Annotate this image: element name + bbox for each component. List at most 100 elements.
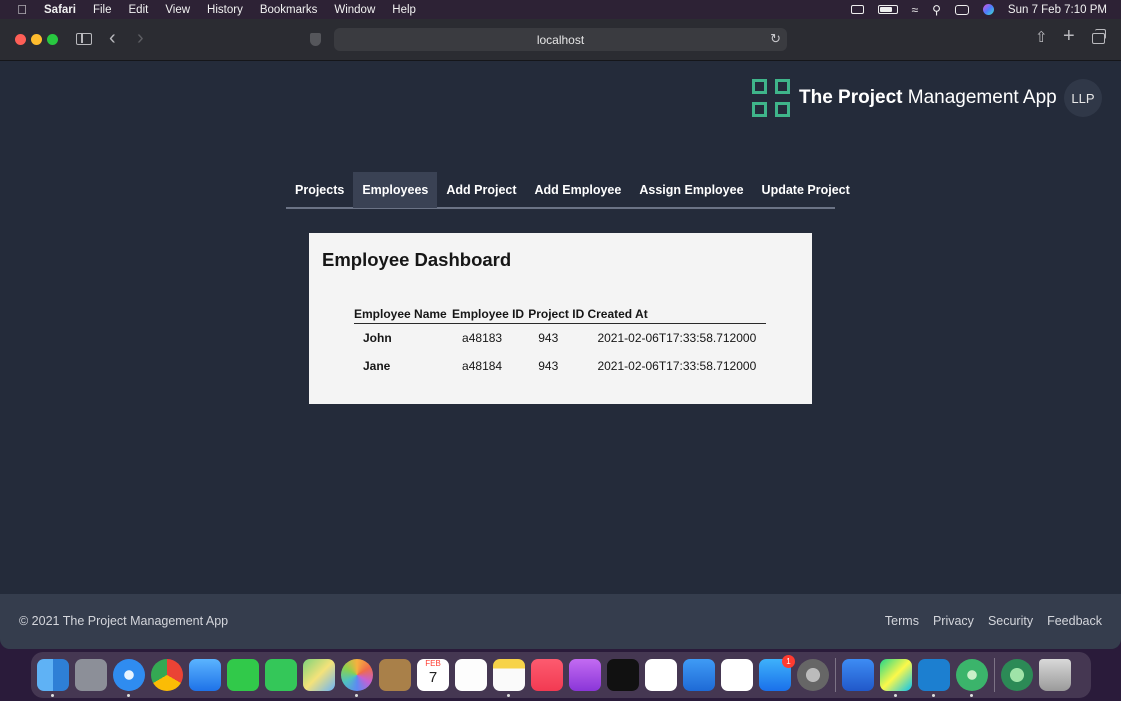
close-window-button[interactable] <box>15 34 26 45</box>
employee-dashboard-card: Employee Dashboard Employee Name Employe… <box>309 233 812 404</box>
dock-divider <box>994 658 995 692</box>
minimize-window-button[interactable] <box>31 34 42 45</box>
siri-icon[interactable] <box>982 4 994 15</box>
macos-menu-bar:  Safari File Edit View History Bookmark… <box>0 0 1121 19</box>
xcode-icon[interactable] <box>842 659 874 691</box>
control-center-icon[interactable] <box>954 4 969 15</box>
main-nav: Projects Employees Add Project Add Emplo… <box>286 172 850 209</box>
menu-window[interactable]: Window <box>334 4 375 16</box>
sidebar-toggle-icon[interactable] <box>76 33 92 45</box>
calendar-icon[interactable]: FEB 7 <box>417 659 449 691</box>
zoom-window-button[interactable] <box>47 34 58 45</box>
chrome-icon[interactable] <box>151 659 183 691</box>
reminders-icon[interactable] <box>455 659 487 691</box>
atom-icon[interactable] <box>956 659 988 697</box>
app-store-icon[interactable]: 1 <box>759 655 795 691</box>
maps-icon[interactable] <box>303 659 335 691</box>
battery-icon[interactable] <box>877 5 898 14</box>
brand-title: The Project Management App <box>799 87 1057 108</box>
brand[interactable]: The Project Management App <box>752 79 1057 117</box>
address-bar[interactable]: localhost ↻ <box>334 28 787 51</box>
mail-icon[interactable] <box>189 659 221 691</box>
wifi-icon[interactable]: ≈ <box>912 3 919 17</box>
system-preferences-gear-icon[interactable] <box>797 659 829 691</box>
keynote-icon[interactable] <box>683 659 715 691</box>
project-id-cell: 943 <box>538 358 559 373</box>
tab-employees[interactable]: Employees <box>353 172 438 208</box>
table-row: John a48183 943 2021-02-06T17:33:58.7120… <box>354 324 766 352</box>
menu-status-area: ≈ ⚲ Sun 7 Feb 7:10 PM <box>850 0 1107 19</box>
facetime-icon[interactable] <box>227 659 259 691</box>
vscode-icon[interactable] <box>918 659 950 697</box>
app-store-badge: 1 <box>782 655 795 668</box>
reload-icon[interactable]: ↻ <box>770 31 781 47</box>
privacy-shield-icon[interactable] <box>310 33 321 46</box>
podcasts-icon[interactable] <box>569 659 601 691</box>
calendar-day: 7 <box>428 669 438 686</box>
footer-link-privacy[interactable]: Privacy <box>933 614 974 628</box>
created-at-cell: 2021-02-06T17:33:58.712000 <box>597 330 757 345</box>
finder-icon[interactable] <box>37 659 69 697</box>
menu-file[interactable]: File <box>93 4 112 16</box>
tab-add-project[interactable]: Add Project <box>437 172 525 208</box>
copyright-text: © 2021 The Project Management App <box>19 614 229 628</box>
table-row: Jane a48184 943 2021-02-06T17:33:58.7120… <box>354 352 766 380</box>
tab-add-employee[interactable]: Add Employee <box>526 172 631 208</box>
trash-icon[interactable] <box>1039 659 1071 691</box>
project-id-cell: 943 <box>538 330 559 345</box>
contacts-icon[interactable] <box>379 659 411 691</box>
safari-icon[interactable] <box>113 659 145 697</box>
tab-update-project[interactable]: Update Project <box>753 172 859 208</box>
messages-icon[interactable] <box>265 659 297 691</box>
browser-window: ‹ › localhost ↻ ⇧ + The Project Manageme… <box>0 19 1121 649</box>
address-bar-url: localhost <box>536 32 585 47</box>
apple-icon[interactable]:  <box>0 2 44 17</box>
column-header-employee-id: Employee ID <box>452 307 529 324</box>
notes-icon[interactable] <box>493 659 525 697</box>
calendar-month: FEB <box>425 659 441 668</box>
launchpad-icon[interactable] <box>75 659 107 691</box>
menu-view[interactable]: View <box>165 4 190 16</box>
share-icon[interactable]: ⇧ <box>1035 28 1048 46</box>
new-tab-plus-icon[interactable]: + <box>1063 25 1075 48</box>
pycharm-icon[interactable] <box>880 659 912 697</box>
footer-link-security[interactable]: Security <box>988 614 1033 628</box>
employee-name-cell: John <box>363 330 392 345</box>
music-icon[interactable] <box>531 659 563 691</box>
numbers-icon[interactable] <box>645 659 677 691</box>
web-page: The Project Management App LLP Projects … <box>0 61 1121 649</box>
employee-table: Employee Name Employee ID Project ID Cre… <box>354 307 766 380</box>
column-header-created-at: Created At <box>587 307 766 324</box>
keyboard-icon[interactable] <box>850 5 864 14</box>
browser-toolbar: ‹ › localhost ↻ ⇧ + <box>0 19 1121 61</box>
menu-clock[interactable]: Sun 7 Feb 7:10 PM <box>1008 4 1107 16</box>
footer-links: Terms Privacy Security Feedback <box>885 614 1102 628</box>
page-title: Employee Dashboard <box>322 249 512 270</box>
menu-history[interactable]: History <box>207 4 243 16</box>
back-chevron-icon[interactable]: ‹ <box>109 27 116 50</box>
tab-overview-icon[interactable] <box>1092 29 1106 44</box>
menu-help[interactable]: Help <box>392 4 416 16</box>
downloads-folder-icon[interactable] <box>1001 659 1033 691</box>
apple-tv-icon[interactable] <box>607 659 639 691</box>
menu-app-name[interactable]: Safari <box>44 4 76 16</box>
menu-edit[interactable]: Edit <box>129 4 149 16</box>
column-header-project-id: Project ID <box>528 307 588 324</box>
tab-projects[interactable]: Projects <box>286 172 353 208</box>
employee-id-cell: a48183 <box>462 330 503 345</box>
menu-bookmarks[interactable]: Bookmarks <box>260 4 318 16</box>
column-header-employee-name: Employee Name <box>354 307 453 324</box>
spotlight-search-icon[interactable]: ⚲ <box>932 3 941 17</box>
employee-name-cell: Jane <box>363 358 391 373</box>
footer-link-feedback[interactable]: Feedback <box>1047 614 1102 628</box>
footer-link-terms[interactable]: Terms <box>885 614 919 628</box>
forward-chevron-icon[interactable]: › <box>137 27 144 50</box>
tab-assign-employee[interactable]: Assign Employee <box>630 172 752 208</box>
photos-icon[interactable] <box>341 659 373 697</box>
dock-divider <box>835 658 836 692</box>
created-at-cell: 2021-02-06T17:33:58.712000 <box>597 358 757 373</box>
table-header-row: Employee Name Employee ID Project ID Cre… <box>354 307 766 324</box>
grid-logo-icon <box>752 79 790 117</box>
user-avatar[interactable]: LLP <box>1064 79 1102 117</box>
pages-icon[interactable] <box>721 659 753 691</box>
